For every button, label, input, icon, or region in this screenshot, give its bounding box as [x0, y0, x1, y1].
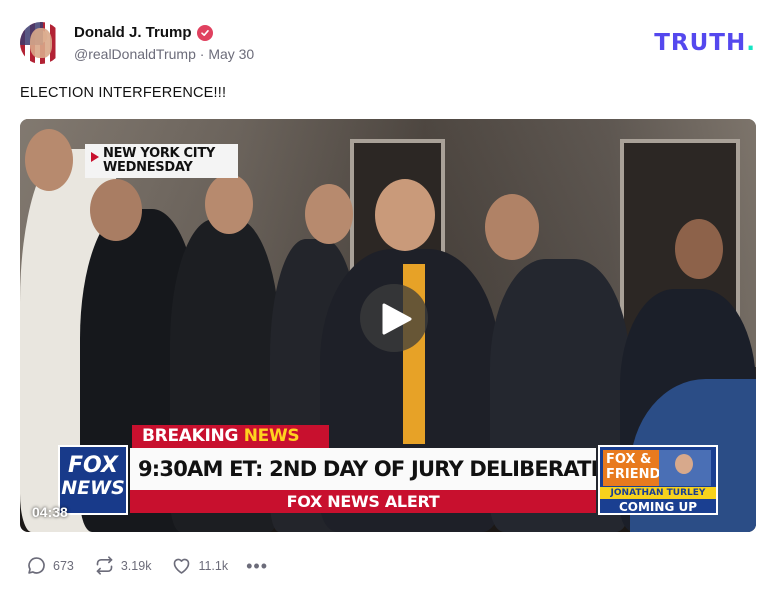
news-alert-bar: FOX NEWS ALERT	[130, 490, 596, 513]
post-actions: 673 3.19k 11.1k •••	[26, 555, 288, 576]
reply-icon	[28, 557, 45, 574]
like-count: 11.1k	[198, 558, 229, 573]
fox-friends-logo: FOX & FRIENDS	[603, 450, 670, 486]
fox-logo-line-2: NEWS	[61, 477, 125, 499]
meta-separator: ·	[199, 46, 205, 62]
logo-text: TRUTH	[654, 30, 747, 56]
guest-name: JONATHAN TURLEY	[600, 487, 716, 499]
breaking-news-label: NEWS	[243, 426, 300, 446]
post-date[interactable]: May 30	[208, 46, 254, 62]
video-duration: 04:38	[32, 504, 68, 520]
guest-status: COMING UP	[618, 500, 698, 514]
video-head	[375, 179, 435, 251]
fox-logo-line-1: FOX	[68, 453, 118, 478]
guest-portrait	[659, 450, 711, 486]
author-info: Donald J. Trump @realDonaldTrump · May 3…	[74, 24, 254, 62]
logo-dot: .	[746, 30, 756, 56]
post-body-text: ELECTION INTERFERENCE!!!	[20, 85, 227, 101]
post-header: Donald J. Trump @realDonaldTrump · May 3…	[20, 22, 254, 64]
video-head	[305, 184, 353, 244]
show-line-2: FRIENDS	[606, 467, 670, 482]
video-head	[675, 219, 723, 279]
breaking-news-banner: BREAKING NEWS	[132, 425, 329, 448]
video-head	[90, 179, 142, 241]
play-icon	[382, 303, 412, 335]
video-head	[485, 194, 539, 260]
avatar-face	[30, 28, 52, 58]
location-chyron: NEW YORK CITY WEDNESDAY	[85, 144, 238, 178]
heart-icon	[174, 558, 190, 574]
retruth-icon	[96, 556, 113, 575]
news-headline: 9:30AM ET: 2ND DAY OF JURY DELIBERATIONS…	[130, 448, 596, 490]
author-name-row: Donald J. Trump	[74, 24, 254, 41]
breaking-label: BREAKING	[142, 426, 239, 446]
location-line-2: WEDNESDAY	[103, 160, 193, 175]
author-display-name[interactable]: Donald J. Trump	[74, 24, 192, 41]
video-player[interactable]: NEW YORK CITY WEDNESDAY BREAKING NEWS FO…	[20, 119, 756, 532]
author-avatar[interactable]	[20, 22, 62, 64]
fox-news-logo: FOX NEWS	[58, 445, 128, 515]
fox-friends-promo: FOX & FRIENDS JONATHAN TURLEY COMING UP	[598, 445, 718, 515]
video-head	[205, 174, 253, 234]
retruth-count: 3.19k	[120, 558, 152, 573]
show-line-1: FOX &	[606, 452, 652, 467]
retruth-button[interactable]: 3.19k	[94, 555, 152, 576]
author-handle[interactable]: @realDonaldTrump	[74, 46, 196, 62]
more-icon: •••	[246, 555, 269, 576]
more-options-button[interactable]: •••	[246, 555, 269, 576]
post-meta: @realDonaldTrump · May 30	[74, 46, 254, 62]
reply-button[interactable]: 673	[26, 555, 74, 576]
location-line-1: NEW YORK CITY	[103, 146, 215, 161]
video-head	[25, 129, 73, 191]
like-button[interactable]: 11.1k	[171, 555, 228, 576]
truth-social-logo[interactable]: TRUTH.	[654, 30, 756, 56]
reply-count: 673	[53, 558, 74, 573]
verified-badge-icon	[196, 24, 213, 41]
play-button[interactable]	[360, 284, 428, 352]
